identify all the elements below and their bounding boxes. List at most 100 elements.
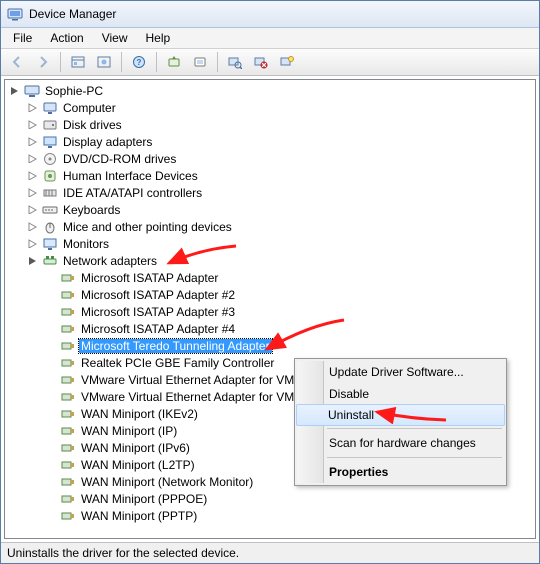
expand-icon[interactable]: [27, 119, 38, 130]
device-label: WAN Miniport (PPTP): [79, 509, 199, 523]
collapse-icon[interactable]: [27, 255, 38, 266]
menubar: File Action View Help: [1, 28, 539, 49]
category-node[interactable]: Human Interface Devices: [27, 167, 535, 184]
device-node[interactable]: Microsoft ISATAP Adapter #3: [45, 303, 535, 320]
cm-scan[interactable]: Scan for hardware changes: [297, 432, 504, 454]
device-node[interactable]: WAN Miniport (PPTP): [45, 507, 535, 524]
statusbar: Uninstalls the driver for the selected d…: [1, 542, 539, 563]
category-node[interactable]: DVD/CD-ROM drives: [27, 150, 535, 167]
device-label: WAN Miniport (IPv6): [79, 441, 192, 455]
cm-update-driver[interactable]: Update Driver Software...: [297, 361, 504, 383]
options-button[interactable]: [92, 50, 116, 74]
nic-icon: [60, 406, 76, 422]
category-node[interactable]: Keyboards: [27, 201, 535, 218]
forward-button: [31, 50, 55, 74]
toolbar-separator: [60, 52, 61, 72]
display-icon: [42, 134, 58, 150]
device-label: Microsoft ISATAP Adapter #4: [79, 322, 237, 336]
cm-properties[interactable]: Properties: [297, 461, 504, 483]
device-node[interactable]: Microsoft ISATAP Adapter #4: [45, 320, 535, 337]
scan-hardware-button[interactable]: [223, 50, 247, 74]
nic-icon: [60, 355, 76, 371]
category-node[interactable]: IDE ATA/ATAPI controllers: [27, 184, 535, 201]
category-node-network[interactable]: Network adapters: [27, 252, 535, 269]
category-label: Computer: [61, 101, 118, 115]
nic-icon: [60, 304, 76, 320]
toolbar: ?: [1, 49, 539, 76]
nic-icon: [60, 389, 76, 405]
device-label: WAN Miniport (Network Monitor): [79, 475, 255, 489]
monitor-icon: [42, 236, 58, 252]
properties-button[interactable]: [275, 50, 299, 74]
nic-icon: [60, 338, 76, 354]
device-node[interactable]: Microsoft ISATAP Adapter #2: [45, 286, 535, 303]
expand-icon[interactable]: [27, 153, 38, 164]
help-button[interactable]: ?: [127, 50, 151, 74]
category-node[interactable]: Display adapters: [27, 133, 535, 150]
window-title: Device Manager: [29, 7, 116, 21]
back-button: [5, 50, 29, 74]
network-icon: [42, 253, 58, 269]
category-label: Human Interface Devices: [61, 169, 200, 183]
category-node[interactable]: Disk drives: [27, 116, 535, 133]
expand-icon[interactable]: [27, 187, 38, 198]
nic-icon: [60, 474, 76, 490]
update-driver-button[interactable]: [162, 50, 186, 74]
expand-icon[interactable]: [27, 170, 38, 181]
collapse-icon[interactable]: [9, 85, 20, 96]
nic-icon: [60, 440, 76, 456]
toolbar-separator: [156, 52, 157, 72]
expand-icon[interactable]: [27, 136, 38, 147]
optical-icon: [42, 151, 58, 167]
nic-icon: [60, 321, 76, 337]
show-hidden-button[interactable]: [66, 50, 90, 74]
device-label: WAN Miniport (L2TP): [79, 458, 197, 472]
keyboard-icon: [42, 202, 58, 218]
titlebar: Device Manager: [1, 1, 539, 28]
category-label: DVD/CD-ROM drives: [61, 152, 178, 166]
category-node[interactable]: Monitors: [27, 235, 535, 252]
cm-uninstall[interactable]: Uninstall: [296, 404, 505, 426]
context-menu: Update Driver Software... Disable Uninst…: [294, 358, 507, 486]
toolbar-separator: [217, 52, 218, 72]
device-label: Microsoft ISATAP Adapter #2: [79, 288, 237, 302]
category-label: IDE ATA/ATAPI controllers: [61, 186, 204, 200]
root-node[interactable]: Sophie-PC: [9, 82, 535, 99]
menu-help[interactable]: Help: [138, 29, 179, 47]
category-label: Keyboards: [61, 203, 122, 217]
nic-icon: [60, 457, 76, 473]
category-label: Network adapters: [61, 254, 159, 268]
expand-icon[interactable]: [27, 238, 38, 249]
device-node[interactable]: WAN Miniport (PPPOE): [45, 490, 535, 507]
mouse-icon: [42, 219, 58, 235]
expand-icon[interactable]: [27, 102, 38, 113]
nic-icon: [60, 491, 76, 507]
category-label: Mice and other pointing devices: [61, 220, 234, 234]
root-label: Sophie-PC: [43, 84, 105, 98]
disk-icon: [42, 117, 58, 133]
cm-separator: [327, 428, 502, 429]
device-node[interactable]: Microsoft Teredo Tunneling Adapter: [45, 337, 535, 354]
cm-separator: [327, 457, 502, 458]
menu-file[interactable]: File: [5, 29, 40, 47]
uninstall-button[interactable]: [188, 50, 212, 74]
computer-root-icon: [24, 83, 40, 99]
nic-icon: [60, 508, 76, 524]
device-node[interactable]: Microsoft ISATAP Adapter: [45, 269, 535, 286]
device-label: VMware Virtual Ethernet Adapter for VMne…: [79, 390, 320, 404]
expand-icon[interactable]: [27, 204, 38, 215]
svg-text:?: ?: [137, 58, 142, 67]
toolbar-separator: [121, 52, 122, 72]
device-label: Microsoft ISATAP Adapter #3: [79, 305, 237, 319]
menu-view[interactable]: View: [94, 29, 136, 47]
menu-action[interactable]: Action: [42, 29, 91, 47]
category-label: Monitors: [61, 237, 111, 251]
cm-disable[interactable]: Disable: [297, 383, 504, 405]
app-icon: [7, 6, 23, 22]
hid-icon: [42, 168, 58, 184]
category-node[interactable]: Computer: [27, 99, 535, 116]
category-label: Disk drives: [61, 118, 124, 132]
category-node[interactable]: Mice and other pointing devices: [27, 218, 535, 235]
disable-button[interactable]: [249, 50, 273, 74]
expand-icon[interactable]: [27, 221, 38, 232]
